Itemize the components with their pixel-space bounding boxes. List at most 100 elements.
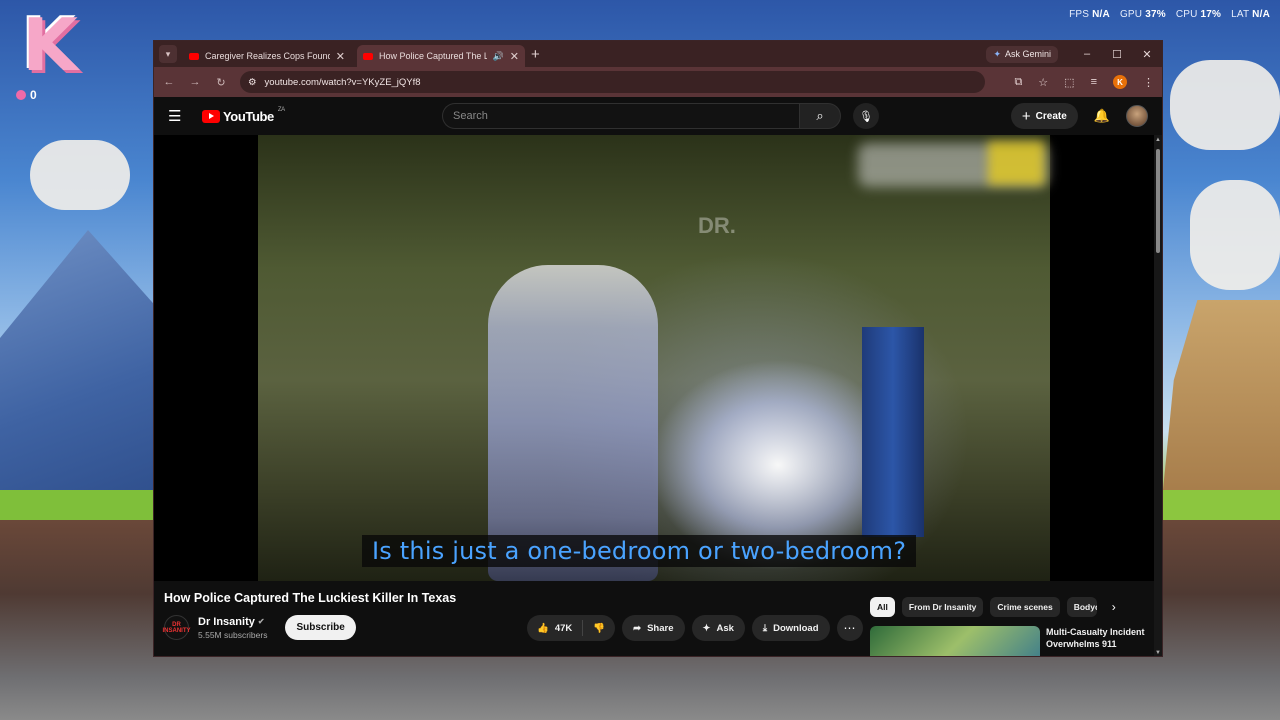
performance-overlay: FPS N/A GPU 37% CPU 17% LAT N/A xyxy=(1069,9,1270,20)
channel-row: DR INSANITY Dr Insanity ✔ 5.55M subscrib… xyxy=(163,615,356,640)
recommended-video[interactable]: Multi-Casualty Incident Overwhelms 911 xyxy=(870,626,1156,656)
youtube-logo[interactable]: YouTube ZA xyxy=(202,106,285,124)
tab-active[interactable]: How Police Captured The L 🔊 ✕ xyxy=(357,45,525,67)
create-button[interactable]: + Create xyxy=(1010,103,1078,129)
video-player[interactable]: DR. Is this just a one-bedroom or two-be… xyxy=(154,135,1154,581)
sparkle-icon: ✦ xyxy=(702,622,711,634)
close-tab-icon[interactable]: ✕ xyxy=(336,50,345,63)
forward-icon[interactable]: → xyxy=(188,76,202,88)
media-controls-icon[interactable]: ≡ xyxy=(1091,76,1097,88)
search-input[interactable] xyxy=(442,103,799,129)
user-avatar[interactable] xyxy=(1126,105,1148,127)
region-code: ZA xyxy=(277,106,285,113)
share-button[interactable]: ➦ Share xyxy=(622,615,685,641)
desktop-mountain xyxy=(0,230,160,500)
search-icon[interactable]: ⌕ xyxy=(799,103,841,129)
microphone-icon[interactable]: 🎙 xyxy=(853,103,879,129)
chip-all[interactable]: All xyxy=(870,597,895,617)
verified-check-icon: ✔ xyxy=(257,617,265,626)
like-count: 47K xyxy=(554,622,573,634)
gem-icon xyxy=(16,90,26,100)
tab-inactive[interactable]: Caregiver Realizes Cops Found ✕ xyxy=(183,45,351,67)
video-frame: DR. xyxy=(258,135,1050,581)
page-scrollbar[interactable]: ▲ ▼ xyxy=(1154,135,1162,656)
tab-strip: ▾ Caregiver Realizes Cops Found ✕ How Po… xyxy=(154,41,1162,67)
desktop-cloud xyxy=(30,140,130,210)
lat-value: N/A xyxy=(1252,9,1270,20)
notifications-bell-icon[interactable]: 🔔 xyxy=(1094,108,1110,124)
plus-icon: + xyxy=(1021,107,1031,125)
tab-title: Caregiver Realizes Cops Found xyxy=(205,51,330,61)
back-icon[interactable]: ← xyxy=(162,76,176,88)
subscribe-button[interactable]: Subscribe xyxy=(285,615,356,640)
bookmark-star-icon[interactable]: ☆ xyxy=(1038,76,1048,89)
thumbs-down-icon: 👎 xyxy=(593,622,606,634)
gemini-sparkle-icon: ✦ xyxy=(993,48,1001,59)
recommended-thumbnail[interactable] xyxy=(870,626,1040,656)
speaker-icon[interactable]: 🔊 xyxy=(493,51,504,62)
close-window-button[interactable]: ✕ xyxy=(1132,48,1162,61)
new-tab-button[interactable]: + xyxy=(531,46,540,63)
cpu-value: 17% xyxy=(1200,9,1222,20)
desktop-widget-stat: 0 xyxy=(16,88,37,102)
widget-stat-value: 0 xyxy=(30,88,37,102)
desktop-grass xyxy=(0,490,160,520)
like-button[interactable]: 👍 47K xyxy=(527,620,584,636)
channel-avatar[interactable]: DR INSANITY xyxy=(163,615,191,640)
thumbs-up-icon: 👍 xyxy=(537,622,549,634)
url-text[interactable]: youtube.com/watch?v=YKyZE_jQYf8 xyxy=(265,77,421,88)
desktop-widget-logo[interactable]: K xyxy=(14,6,86,84)
recommendation-chips: All From Dr Insanity Crime scenes Bodyc … xyxy=(870,597,1116,617)
gpu-value: 37% xyxy=(1145,9,1166,20)
blurred-overlay xyxy=(988,141,1044,185)
desktop-cliff xyxy=(1162,300,1280,500)
download-button[interactable]: ⤓ Download xyxy=(751,615,830,641)
browser-menu-icon[interactable]: ⋮ xyxy=(1143,76,1154,89)
tab-search-button[interactable]: ▾ xyxy=(159,45,177,63)
ask-button[interactable]: ✦ Ask xyxy=(691,615,745,641)
extensions-icon[interactable]: ⬚ xyxy=(1064,76,1074,89)
close-tab-icon[interactable]: ✕ xyxy=(510,50,519,63)
address-bar-row: ← → ↻ ⚙ youtube.com/watch?v=YKyZE_jQYf8 … xyxy=(154,67,1162,97)
omnibox[interactable]: ⚙ youtube.com/watch?v=YKyZE_jQYf8 xyxy=(240,71,985,93)
subscriber-count: 5.55M subscribers xyxy=(198,629,268,640)
youtube-play-icon xyxy=(202,109,220,123)
scroll-up-icon[interactable]: ▲ xyxy=(1154,137,1162,143)
chip-from-channel[interactable]: From Dr Insanity xyxy=(901,597,984,617)
desktop-cloud xyxy=(1190,180,1280,290)
action-buttons: 👍 47K 👎 ➦ Share ✦ Ask ⤓ Download ⋯ xyxy=(527,615,863,641)
like-dislike-group: 👍 47K 👎 xyxy=(527,615,616,641)
channel-name[interactable]: Dr Insanity ✔ xyxy=(198,616,267,628)
desktop-grass xyxy=(1160,490,1280,520)
maximize-button[interactable]: ☐ xyxy=(1102,48,1132,61)
install-app-icon[interactable]: ⧉ xyxy=(1014,76,1022,89)
recommended-title[interactable]: Multi-Casualty Incident Overwhelms 911 xyxy=(1046,626,1156,656)
browser-window: ▾ Caregiver Realizes Cops Found ✕ How Po… xyxy=(153,40,1163,657)
tab-title: How Police Captured The L xyxy=(379,51,487,61)
scroll-down-icon[interactable]: ▼ xyxy=(1154,650,1162,656)
site-info-icon[interactable]: ⚙ xyxy=(248,77,257,88)
search-bar: ⌕ 🎙 xyxy=(442,103,879,129)
video-details: How Police Captured The Luckiest Killer … xyxy=(154,581,1156,656)
scene-door xyxy=(862,327,924,537)
video-caption: Is this just a one-bedroom or two-bedroo… xyxy=(362,535,917,567)
youtube-favicon-icon xyxy=(189,52,199,60)
scrollbar-thumb[interactable] xyxy=(1156,149,1160,253)
youtube-favicon-icon xyxy=(363,52,373,60)
ask-gemini-button[interactable]: ✦ Ask Gemini xyxy=(986,45,1058,63)
chevron-right-icon[interactable]: › xyxy=(1112,600,1116,614)
scene-officer xyxy=(488,265,658,581)
download-icon: ⤓ xyxy=(762,622,768,634)
video-title: How Police Captured The Luckiest Killer … xyxy=(164,591,457,605)
share-arrow-icon: ➦ xyxy=(633,622,642,634)
hamburger-menu-icon[interactable]: ☰ xyxy=(168,107,188,125)
more-actions-icon[interactable]: ⋯ xyxy=(836,615,863,641)
desktop-cloud xyxy=(1170,60,1280,150)
dislike-button[interactable]: 👎 xyxy=(583,623,615,634)
profile-avatar[interactable]: K xyxy=(1113,75,1127,89)
fps-value: N/A xyxy=(1092,9,1110,20)
minimize-button[interactable]: – xyxy=(1072,48,1102,60)
chip-crime-scenes[interactable]: Crime scenes xyxy=(990,597,1060,617)
chip-bodycam[interactable]: Bodyc xyxy=(1066,597,1097,617)
reload-icon[interactable]: ↻ xyxy=(214,76,228,89)
